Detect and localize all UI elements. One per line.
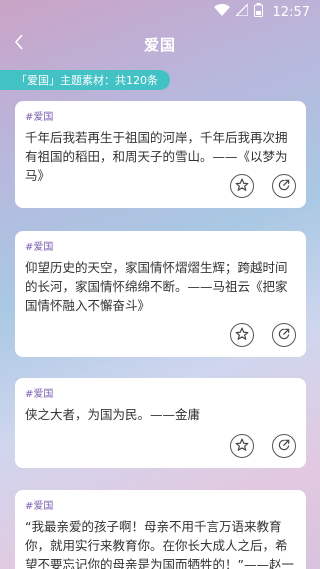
page-title: 爱国 [143, 35, 176, 54]
battery-icon [253, 3, 263, 21]
category-count-badge: 「爱国」主题素材：共120条 [0, 70, 170, 90]
card-actions [230, 323, 296, 347]
star-icon [235, 177, 249, 196]
card-actions [230, 174, 296, 198]
back-button[interactable] [8, 32, 30, 56]
card-actions [230, 434, 296, 458]
quote-tag[interactable]: #爱国 [25, 388, 296, 402]
quote-tag[interactable]: #爱国 [25, 500, 296, 514]
share-button[interactable] [272, 174, 296, 198]
signal-icon [234, 2, 249, 20]
share-button[interactable] [272, 323, 296, 347]
quote-tag[interactable]: #爱国 [25, 241, 296, 255]
nav-bar: 爱国 [0, 28, 320, 60]
status-time: 12:57 [272, 4, 310, 20]
star-icon [235, 437, 249, 456]
quote-text: 仰望历史的天空，家国情怀熠熠生辉；跨越时间的长河，家国情怀绵绵不断。——马祖云《… [25, 260, 288, 313]
share-icon [277, 326, 291, 345]
favorite-button[interactable] [230, 323, 254, 347]
chevron-left-icon [14, 34, 24, 54]
share-icon [277, 437, 291, 456]
quote-card: #爱国 侠之大者，为国为民。——金庸 [15, 378, 306, 468]
quote-card: #爱国 “我最亲爱的孩子啊！母亲不用千言万语来教育你，就用实行来教育你。在你长大… [15, 490, 306, 569]
quote-tag[interactable]: #爱国 [25, 111, 296, 125]
share-button[interactable] [272, 434, 296, 458]
favorite-button[interactable] [230, 434, 254, 458]
quote-card: #爱国 千年后我若再生于祖国的河岸，千年后我再次拥有祖国的稻田，和周天子的雪山。… [15, 101, 306, 208]
favorite-button[interactable] [230, 174, 254, 198]
quote-text: “我最亲爱的孩子啊！母亲不用千言万语来教育你，就用实行来教育你。在你长大成人之后… [25, 519, 294, 569]
quote-card: #爱国 仰望历史的天空，家国情怀熠熠生辉；跨越时间的长河，家国情怀绵绵不断。——… [15, 231, 306, 357]
status-bar: 12:57 [0, 0, 320, 24]
share-icon [277, 177, 291, 196]
wifi-icon [213, 3, 230, 20]
star-icon [235, 326, 249, 345]
quote-text: 侠之大者，为国为民。——金庸 [25, 407, 201, 422]
